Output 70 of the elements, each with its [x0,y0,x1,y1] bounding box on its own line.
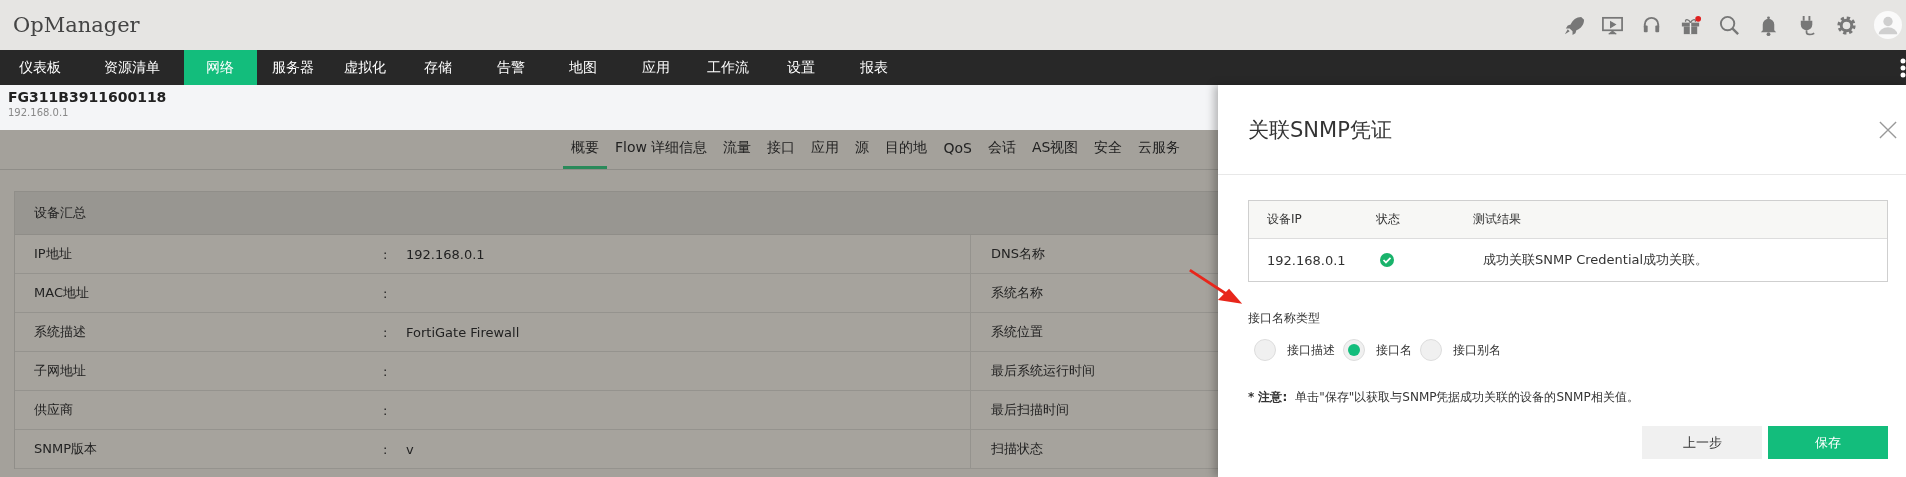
device-name: FG311B3911600118 [8,89,168,105]
field-value: FortiGate Firewall [406,324,520,340]
nav-tab[interactable]: 告警 [474,50,547,85]
column-header: 状态 [1376,211,1401,228]
field-value: v [406,441,414,457]
sub-tab[interactable]: QoS [935,130,980,169]
radio-label[interactable]: 接口名 [1376,341,1412,359]
sub-tab[interactable]: 流量 [715,130,760,169]
more-icon[interactable] [1900,58,1906,78]
field-value: 192.168.0.1 [406,246,485,262]
nav-tab[interactable]: 服务器 [256,50,330,85]
field-label: 最后扫描时间 [991,401,1069,419]
radio-label[interactable]: 接口别名 [1453,341,1501,359]
nav-tab[interactable]: 仪表板 [0,50,80,85]
field-separator: : [383,246,389,262]
nav-tab[interactable]: 应用 [619,50,693,85]
radio-button[interactable] [1420,339,1442,361]
sub-tab[interactable]: 源 [847,130,878,169]
nav-tab[interactable]: 报表 [837,50,910,85]
field-label: 系统描述 [33,323,87,341]
radio-group-label: 接口名称类型 [1248,310,1321,327]
sub-tab[interactable]: 概要 [563,130,607,169]
radio-button[interactable] [1343,339,1365,361]
field-label: 系统名称 [991,284,1043,302]
table-cell-text: 192.168.0.1 [1266,252,1347,268]
sub-tab[interactable]: 接口 [759,130,804,169]
nav-tab[interactable]: 虚拟化 [329,50,402,85]
field-label: SNMP版本 [33,440,99,458]
field-separator: : [383,441,389,457]
field-label: 扫描状态 [991,440,1043,458]
field-separator: : [383,363,389,379]
field-separator: : [383,324,389,340]
column-header: 设备IP [1266,211,1303,228]
field-label: DNS名称 [991,245,1045,263]
nav-tab[interactable]: 存储 [401,50,475,85]
close-icon[interactable] [1879,120,1897,139]
radio-label[interactable]: 接口描述 [1287,341,1335,359]
sub-tab[interactable]: 云服务 [1130,130,1189,169]
sub-tab[interactable]: Flow 详细信息 [607,130,716,169]
field-label: IP地址 [33,245,73,263]
sub-tab[interactable]: 目的地 [877,130,936,169]
sub-tab[interactable]: AS视图 [1023,130,1087,169]
column-header: 测试结果 [1473,211,1521,228]
field-separator: : [383,402,389,418]
field-label: 子网地址 [33,362,87,380]
nav-tab[interactable]: 工作流 [692,50,765,85]
sub-tab[interactable]: 会话 [979,130,1024,169]
sub-tab[interactable]: 应用 [803,130,848,169]
note-text: 单击"保存"以获取与SNMP凭据成功关联的设备的SNMP相关值。 [1295,389,1639,406]
gift-icon[interactable] [1679,13,1702,37]
device-ip: 192.168.0.1 [8,107,70,118]
field-separator: : [383,285,389,301]
table-cell-text: 成功关联SNMP Credential成功关联。 [1482,251,1709,269]
note-label: * 注意: [1248,389,1288,406]
nav-tab[interactable]: 设置 [764,50,838,85]
annotation-arrow [1188,268,1244,306]
nav-tab[interactable]: 地图 [546,50,620,85]
field-label: 系统位置 [991,323,1043,341]
search-icon[interactable] [1718,13,1741,37]
field-label: 最后系统运行时间 [991,362,1095,380]
field-label: 供应商 [33,401,74,419]
field-label: MAC地址 [33,284,90,302]
radio-button[interactable] [1254,339,1276,361]
nav-tab[interactable]: 资源清单 [80,50,184,85]
settings-icon[interactable] [1835,13,1858,37]
back-button[interactable]: 上一步 [1642,426,1762,459]
app-title: OpManager [13,13,140,37]
dialog-title: 关联SNMP凭证 [1248,116,1392,144]
card-title: 设备汇总 [34,204,86,222]
sub-tab[interactable]: 安全 [1086,130,1131,169]
